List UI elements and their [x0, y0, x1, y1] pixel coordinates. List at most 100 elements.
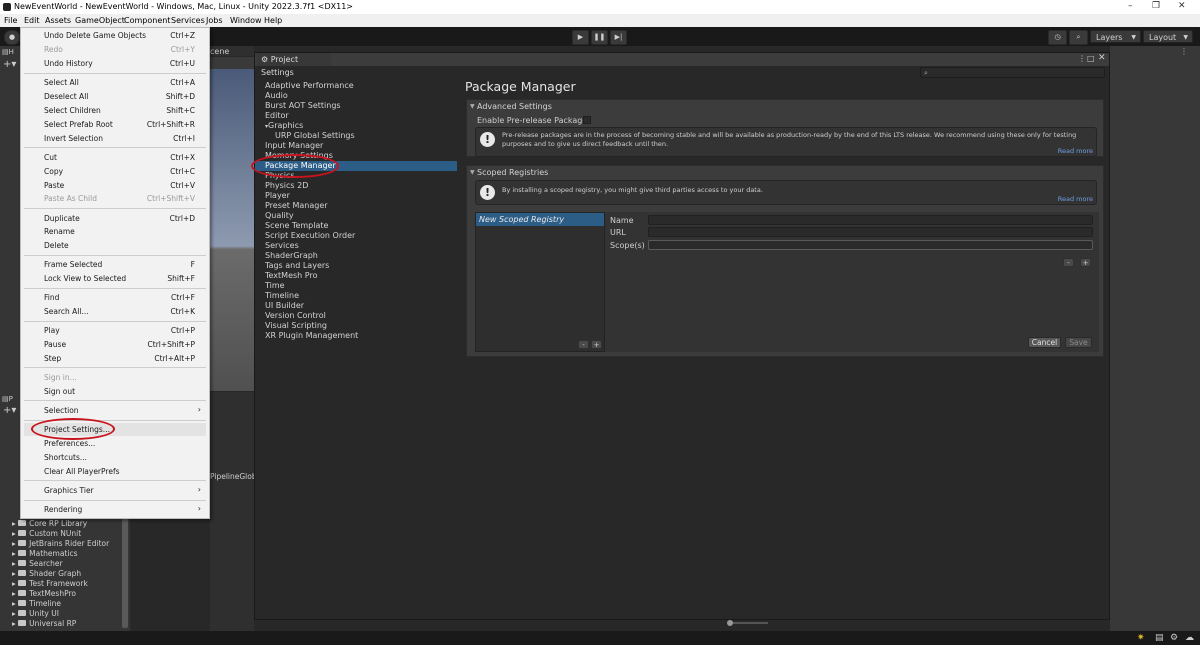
account-icon[interactable]: ● — [4, 30, 20, 45]
settings-item-editor[interactable]: Editor — [265, 111, 289, 120]
tree-item[interactable]: ▸ JetBrains Rider Editor — [12, 539, 109, 548]
scene-view[interactable] — [210, 69, 254, 391]
menu-file[interactable]: File — [4, 16, 17, 25]
menu-item-undo-history[interactable]: Undo History — [44, 59, 93, 68]
url-input[interactable] — [648, 227, 1093, 237]
layout-dropdown[interactable]: Layout ▼ — [1143, 30, 1193, 43]
settings-item-ui-builder[interactable]: UI Builder — [265, 301, 304, 310]
menu-item-find[interactable]: Find — [44, 293, 59, 302]
history-icon[interactable]: ◷ — [1048, 30, 1067, 45]
settings-item-version-control[interactable]: Version Control — [265, 311, 326, 320]
settings-item-physics-2d[interactable]: Physics 2D — [265, 181, 308, 190]
cancel-button[interactable]: Cancel — [1028, 337, 1061, 348]
menu-item-redo[interactable]: Redo — [44, 45, 63, 54]
tree-item[interactable]: ▸ Test Framework — [12, 579, 88, 588]
close-button[interactable]: ✕ — [1178, 1, 1186, 11]
minimize-button[interactable]: – — [1128, 1, 1133, 11]
menu-item-play[interactable]: Play — [44, 326, 60, 335]
maximize-pane-icon[interactable]: □ — [1087, 54, 1095, 63]
lighting-icon[interactable]: ✷ — [1137, 633, 1145, 643]
menu-item-lock-view[interactable]: Lock View to Selected — [44, 274, 126, 283]
settings-item-audio[interactable]: Audio — [265, 91, 288, 100]
menu-assets[interactable]: Assets — [45, 16, 71, 25]
more-options-icon[interactable]: ⋮ — [1078, 54, 1086, 63]
settings-item-input-manager[interactable]: Input Manager — [265, 141, 323, 150]
chevron-down-icon[interactable]: ▼ — [470, 169, 475, 176]
menu-jobs[interactable]: Jobs — [206, 16, 223, 25]
menu-item-preferences[interactable]: Preferences... — [44, 439, 95, 448]
menu-services[interactable]: Services — [171, 16, 205, 25]
close-icon[interactable]: ✕ — [1098, 53, 1106, 63]
settings-item-burst-aot[interactable]: Burst AOT Settings — [265, 101, 341, 110]
menu-item-undo[interactable]: Undo Delete Game Objects — [44, 31, 146, 40]
settings-search-input[interactable]: ⌕ — [920, 67, 1105, 78]
menu-help[interactable]: Help — [264, 16, 282, 25]
tree-item[interactable]: ▸ Searcher — [12, 559, 63, 568]
menu-item-frame-selected[interactable]: Frame Selected — [44, 260, 102, 269]
zoom-slider-handle[interactable] — [727, 620, 733, 626]
menu-item-invert-selection[interactable]: Invert Selection — [44, 134, 103, 143]
settings-item-adaptive-performance[interactable]: Adaptive Performance — [265, 81, 354, 90]
menu-item-sign-in[interactable]: Sign in... — [44, 373, 77, 382]
remove-registry-button[interactable]: - — [578, 340, 589, 349]
more-options-icon[interactable]: ⋮ — [1180, 47, 1188, 56]
project-settings-tab[interactable]: ⚙ Project Settings — [257, 53, 331, 77]
collab-icon[interactable]: ☁ — [1185, 633, 1194, 643]
read-more-link[interactable]: Read more — [1058, 195, 1093, 203]
menu-component[interactable]: Component — [124, 16, 170, 25]
settings-item-timeline[interactable]: Timeline — [265, 291, 299, 300]
read-more-link[interactable]: Read more — [1058, 147, 1093, 155]
menu-window[interactable]: Window — [230, 16, 262, 25]
name-input[interactable] — [648, 215, 1093, 225]
menu-item-clear-playerprefs[interactable]: Clear All PlayerPrefs — [44, 467, 120, 476]
settings-item-time[interactable]: Time — [265, 281, 285, 290]
menu-item-step[interactable]: Step — [44, 354, 61, 363]
menu-item-rendering[interactable]: Rendering — [44, 505, 82, 514]
debug-icon[interactable]: ⚙ — [1170, 633, 1178, 643]
tree-item[interactable]: ▸ Core RP Library — [12, 519, 87, 528]
prerelease-checkbox[interactable] — [583, 116, 591, 124]
play-button[interactable]: ▶ — [572, 30, 589, 45]
menu-edit[interactable]: Edit — [24, 16, 40, 25]
settings-item-scene-template[interactable]: Scene Template — [265, 221, 328, 230]
add-icon[interactable]: +▾ — [3, 405, 16, 416]
scoped-registries-header[interactable]: Scoped Registries — [477, 168, 548, 177]
add-icon[interactable]: +▾ — [3, 59, 16, 70]
menu-item-sign-out[interactable]: Sign out — [44, 387, 75, 396]
settings-item-urp-global[interactable]: URP Global Settings — [275, 131, 355, 140]
settings-item-script-execution-order[interactable]: Script Execution Order — [265, 231, 355, 240]
cache-icon[interactable]: ▤ — [1155, 633, 1164, 643]
settings-item-xr-plugin-management[interactable]: XR Plugin Management — [265, 331, 358, 340]
add-scope-button[interactable]: + — [1080, 258, 1091, 267]
scene-tab[interactable]: cene — [210, 47, 229, 56]
tree-item[interactable]: ▸ Timeline — [12, 599, 61, 608]
search-icon[interactable]: ⌕ — [1069, 30, 1088, 45]
scopes-input[interactable] — [648, 240, 1093, 250]
layers-dropdown[interactable]: Layers ▼ — [1090, 30, 1141, 43]
registry-item[interactable]: New Scoped Registry — [476, 213, 604, 226]
tree-item[interactable]: ▸ Custom NUnit — [12, 529, 81, 538]
settings-item-shadergraph[interactable]: ShaderGraph — [265, 251, 318, 260]
step-button[interactable]: ▶| — [610, 30, 627, 45]
hierarchy-tab-icon[interactable]: ▤H — [2, 48, 14, 56]
settings-item-services[interactable]: Services — [265, 241, 299, 250]
settings-item-tags-and-layers[interactable]: Tags and Layers — [265, 261, 329, 270]
menu-item-search-all[interactable]: Search All... — [44, 307, 89, 316]
menu-item-shortcuts[interactable]: Shortcuts... — [44, 453, 87, 462]
maximize-button[interactable]: ❐ — [1152, 1, 1160, 11]
menu-item-paste[interactable]: Paste — [44, 181, 64, 190]
project-tab-icon[interactable]: ▤P — [2, 395, 13, 403]
project-scrollbar[interactable] — [122, 510, 128, 628]
tree-item[interactable]: ▸ Universal RP — [12, 619, 76, 628]
settings-item-preset-manager[interactable]: Preset Manager — [265, 201, 328, 210]
menu-item-pause[interactable]: Pause — [44, 340, 66, 349]
menu-item-delete[interactable]: Delete — [44, 241, 69, 250]
zoom-slider[interactable] — [728, 622, 768, 624]
menu-item-paste-as-child[interactable]: Paste As Child — [44, 194, 97, 203]
chevron-down-icon[interactable]: ▼ — [470, 103, 475, 110]
menu-item-selection[interactable]: Selection — [44, 406, 79, 415]
settings-item-graphics[interactable]: ▾Graphics — [265, 121, 303, 130]
pause-button[interactable]: ❚❚ — [591, 30, 608, 45]
menu-gameobject[interactable]: GameObject — [75, 16, 125, 25]
menu-item-duplicate[interactable]: Duplicate — [44, 214, 80, 223]
